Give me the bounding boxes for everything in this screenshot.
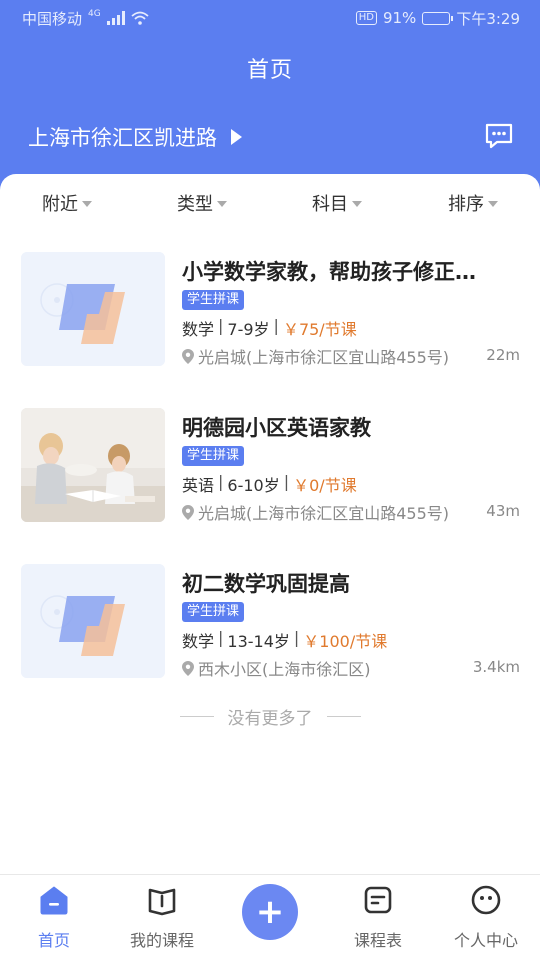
hd-badge: HD [355, 11, 377, 25]
separator: | [218, 628, 224, 647]
placeholder-logo-icon [21, 252, 165, 366]
status-right: HD 91% 下午3:29 [355, 8, 520, 29]
course-title: 明德园小区英语家教 [182, 416, 371, 440]
course-age: 6-10岁 [227, 476, 280, 495]
course-address: 光启城(上海市徐汇区宜山路455号) [198, 504, 450, 523]
course-age: 7-9岁 [227, 320, 270, 339]
course-address: 光启城(上海市徐汇区宜山路455号) [198, 348, 450, 367]
chat-bubble-icon[interactable] [484, 122, 514, 150]
filter-subject[interactable]: 科目 [312, 190, 362, 216]
course-card[interactable]: 小学数学家教，帮助孩子修正… 学生拼课 数学 | 7-9岁 | ￥75/节课 光… [0, 252, 540, 372]
network-type: 4G [88, 9, 101, 19]
carrier-text: 中国移动 [22, 9, 83, 28]
tab-label: 首页 [37, 931, 70, 950]
profile-face-icon [471, 885, 501, 915]
tab-schedule[interactable]: 课程表 [324, 875, 432, 960]
course-address-row: 光启城(上海市徐汇区宜山路455号) [182, 344, 449, 368]
wifi-icon [131, 11, 149, 25]
course-address-row: 光启城(上海市徐汇区宜山路455号) [182, 500, 449, 524]
caret-down-icon [488, 201, 498, 207]
course-meta: 数学 | 7-9岁 | ￥75/节课 [182, 316, 357, 340]
filter-label: 科目 [312, 194, 348, 215]
course-subject: 英语 [182, 476, 215, 495]
schedule-icon [364, 886, 392, 914]
status-left: 中国移动 4G [22, 8, 149, 29]
course-subject: 数学 [182, 320, 215, 339]
course-distance: 22m [486, 346, 520, 364]
location-pin-icon [182, 660, 194, 676]
filter-bar: 附近 类型 科目 排序 [0, 190, 540, 218]
course-card[interactable]: 初二数学巩固提高 学生拼课 数学 | 13-14岁 | ￥100/节课 西木小区… [0, 564, 540, 684]
divider [326, 716, 361, 717]
caret-down-icon [352, 201, 362, 207]
course-meta: 数学 | 13-14岁 | ￥100/节课 [182, 628, 387, 652]
course-age: 13-14岁 [227, 632, 290, 651]
caret-down-icon [217, 201, 227, 207]
tab-label: 我的课程 [129, 931, 194, 950]
location-text: 上海市徐汇区凯进路 [28, 126, 217, 150]
course-title: 小学数学家教，帮助孩子修正… [182, 260, 476, 284]
signal-icon [106, 11, 125, 25]
tab-my-courses[interactable]: 我的课程 [108, 875, 216, 960]
tab-profile[interactable]: 个人中心 [432, 875, 540, 960]
home-icon [40, 886, 68, 915]
tab-label: 课程表 [353, 931, 402, 950]
course-price: ￥100/节课 [303, 632, 388, 651]
course-subject: 数学 [182, 632, 215, 651]
course-meta: 英语 | 6-10岁 | ￥0/节课 [182, 472, 357, 496]
course-address-row: 西木小区(上海市徐汇区) [182, 656, 371, 680]
placeholder-logo-icon [21, 564, 165, 678]
separator: | [293, 628, 300, 647]
location-pin-icon [182, 504, 194, 520]
caret-down-icon [82, 201, 92, 207]
filter-label: 排序 [448, 194, 484, 215]
play-arrow-icon [231, 129, 242, 145]
location-selector[interactable]: 上海市徐汇区凯进路 [28, 122, 242, 152]
separator: | [218, 316, 224, 335]
filter-nearby[interactable]: 附近 [42, 190, 92, 216]
children-reading-photo [21, 408, 165, 522]
course-distance: 43m [486, 502, 520, 520]
separator: | [218, 472, 224, 491]
course-title: 初二数学巩固提高 [182, 572, 350, 596]
page-title: 首页 [246, 58, 293, 83]
tab-label: 个人中心 [453, 931, 518, 950]
add-button[interactable]: + [242, 884, 298, 940]
list-end-indicator: 没有更多了 [0, 704, 540, 729]
tab-home[interactable]: 首页 [0, 875, 108, 960]
group-class-badge: 学生拼课 [182, 446, 245, 466]
course-distance: 3.4km [472, 658, 520, 676]
no-more-text: 没有更多了 [227, 709, 313, 729]
book-icon [148, 888, 176, 916]
course-address: 西木小区(上海市徐汇区) [198, 660, 371, 679]
group-class-badge: 学生拼课 [182, 602, 245, 622]
battery-icon [422, 11, 454, 25]
battery-percent: 91% [382, 9, 417, 27]
course-thumbnail [21, 252, 165, 366]
filter-type[interactable]: 类型 [177, 190, 227, 216]
divider [179, 716, 214, 717]
course-price: ￥75/节课 [282, 320, 357, 339]
course-thumbnail [21, 564, 165, 678]
plus-icon: + [255, 892, 285, 932]
filter-label: 附近 [42, 194, 78, 215]
course-price: ￥0/节课 [293, 476, 357, 495]
filter-label: 类型 [177, 194, 213, 215]
filter-sort[interactable]: 排序 [448, 190, 498, 216]
clock: 下午3:29 [456, 9, 520, 28]
separator: | [273, 316, 279, 335]
content-panel: 附近 类型 科目 排序 小学数学家教，帮助孩子修正… 学生拼课 数学 | 7-9… [0, 174, 540, 874]
course-thumbnail [21, 408, 165, 522]
separator: | [283, 472, 290, 491]
course-card[interactable]: 明德园小区英语家教 学生拼课 英语 | 6-10岁 | ￥0/节课 光启城(上海… [0, 408, 540, 528]
group-class-badge: 学生拼课 [182, 290, 245, 310]
status-bar: 中国移动 4G HD 91% 下午3:29 [0, 0, 540, 36]
location-pin-icon [182, 348, 194, 364]
